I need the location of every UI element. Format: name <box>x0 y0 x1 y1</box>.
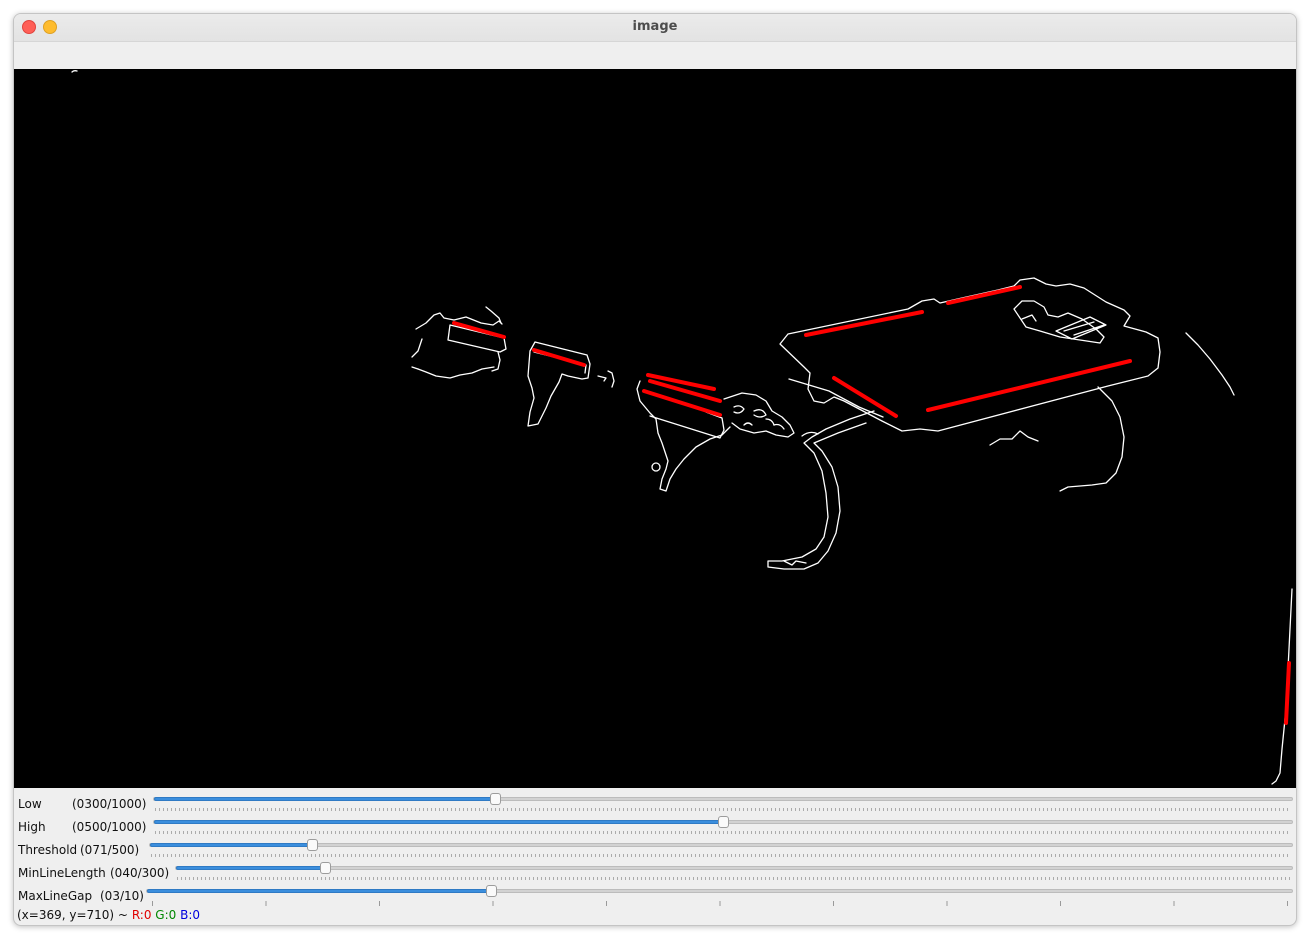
status-blue: B:0 <box>180 908 201 922</box>
tick-marks <box>155 831 1291 834</box>
toolbar <box>14 42 1296 69</box>
tick-marks <box>177 877 1291 880</box>
status-green: G:0 <box>155 908 177 922</box>
window-title: image <box>632 19 678 34</box>
trackbar-minlinelength: MinLineLength (040/300) <box>14 861 1296 884</box>
hough-line <box>832 376 898 418</box>
trackbar-high: High (0500/1000) <box>14 815 1296 838</box>
slider-fill <box>150 843 312 847</box>
slider-handle[interactable] <box>490 793 501 805</box>
trackbar-threshold: Threshold (071/500) <box>14 838 1296 861</box>
trackbar-low: Low (0300/1000) <box>14 792 1296 815</box>
slider-handle[interactable] <box>320 862 331 874</box>
slider-track[interactable] <box>149 839 1293 851</box>
trackbar-name: Low <box>18 797 42 811</box>
trackbar-name: MaxLineGap <box>18 889 93 903</box>
slider-track[interactable] <box>146 885 1293 897</box>
hough-line <box>804 310 924 337</box>
slider-track[interactable] <box>175 862 1293 874</box>
status-red: R:0 <box>131 908 152 922</box>
trackbar-value: (071/500) <box>80 843 140 857</box>
trackbar-name: MinLineLength <box>18 866 106 880</box>
slider-handle[interactable] <box>718 816 729 828</box>
slider-fill <box>147 889 491 893</box>
trackbar-name: Threshold <box>18 843 78 857</box>
trackbar-value: (040/300) <box>110 866 170 880</box>
trackbar-name: High <box>18 820 46 834</box>
trackbar-value: (0300/1000) <box>72 797 147 811</box>
trackbar-value: (03/10) <box>100 889 144 903</box>
tick-marks <box>152 901 1292 906</box>
hough-line <box>946 285 1022 305</box>
trackbar-panel: Low (0300/1000) High (0500/1000) Threshold… <box>14 788 1296 907</box>
slider-handle[interactable] <box>307 839 318 851</box>
hough-line <box>452 321 506 339</box>
trackbar-value: (0500/1000) <box>72 820 147 834</box>
slider-fill <box>176 866 325 870</box>
canny-edges <box>71 70 1293 785</box>
tick-marks <box>151 854 1291 857</box>
trackbar-maxlinegap: MaxLineGap (03/10) <box>14 884 1296 907</box>
title-bar[interactable]: image <box>14 14 1296 42</box>
edge-image <box>71 70 1293 785</box>
hough-line <box>642 389 722 417</box>
image-canvas[interactable] <box>14 69 1296 788</box>
hough-line <box>926 359 1132 412</box>
tick-marks <box>155 808 1291 811</box>
slider-track[interactable] <box>153 816 1293 828</box>
slider-track[interactable] <box>153 793 1293 805</box>
status-bar: (x=369, y=710) ~ R:0 G:0 B:0 <box>17 908 200 922</box>
slider-fill <box>154 797 495 801</box>
status-coords: (x=369, y=710) ~ <box>17 908 128 922</box>
hough-line <box>1284 661 1291 725</box>
slider-fill <box>154 820 723 824</box>
app-window: image Low (0300/1000) High (0500/1000) T… <box>13 13 1297 926</box>
slider-handle[interactable] <box>486 885 497 897</box>
